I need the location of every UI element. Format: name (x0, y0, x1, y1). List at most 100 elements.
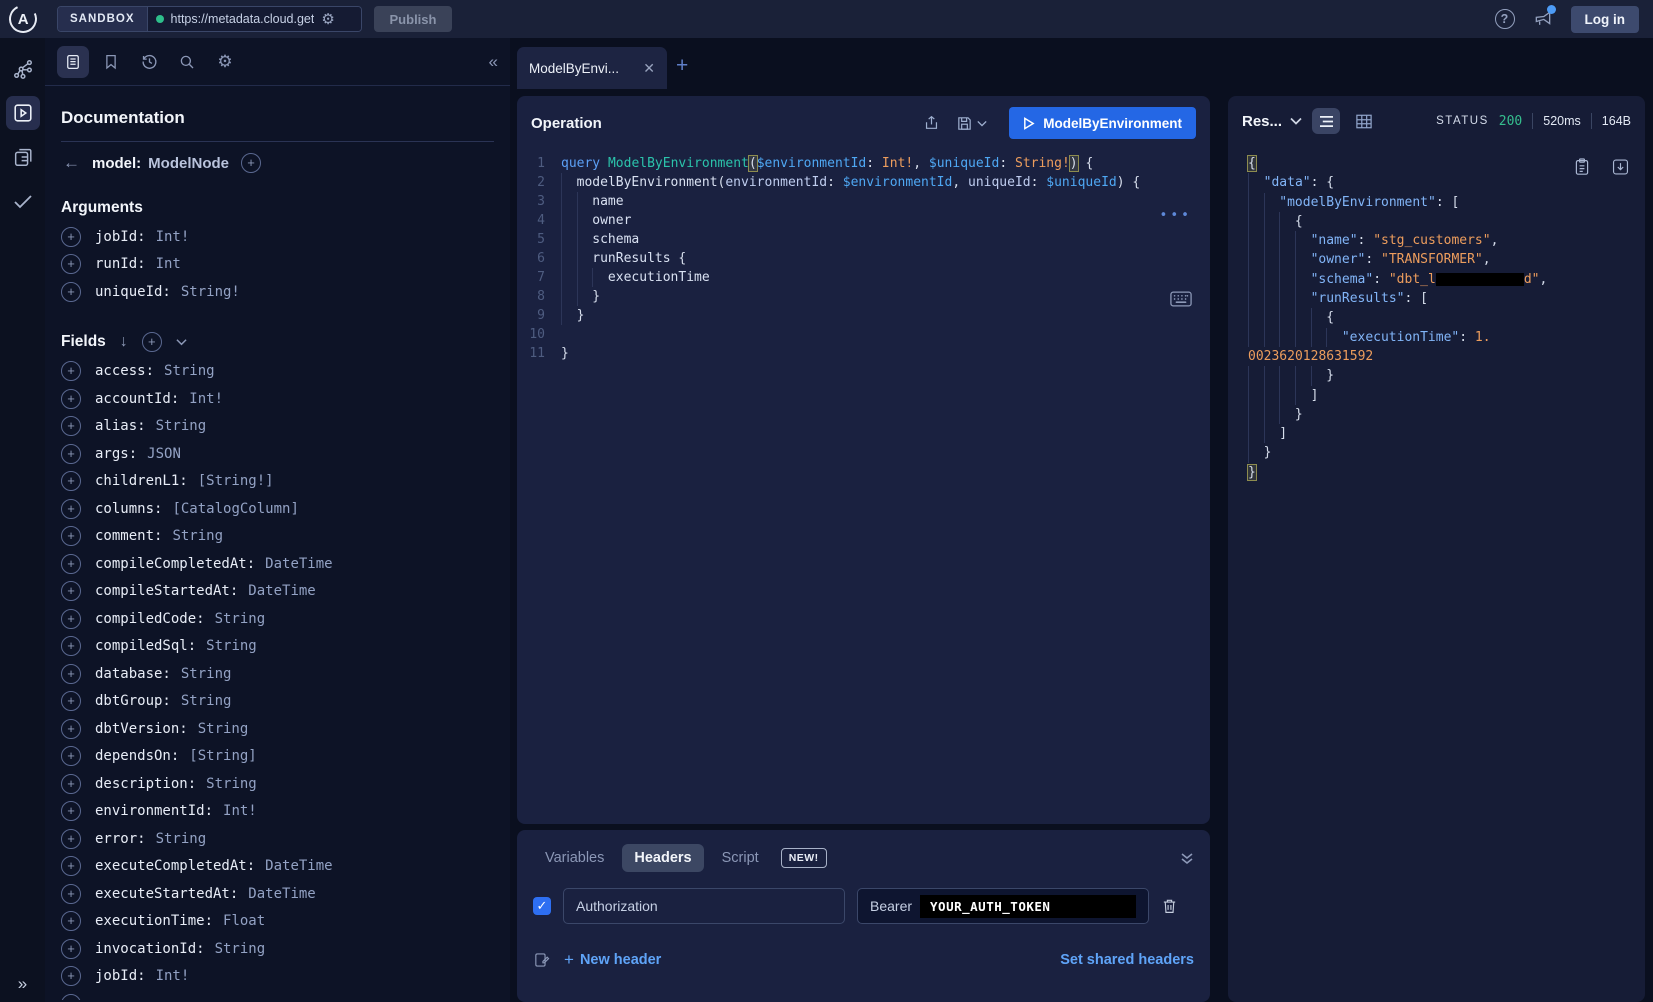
close-tab-icon[interactable]: ✕ (643, 60, 655, 77)
json-view-icon[interactable] (1312, 108, 1340, 134)
tab-script[interactable]: Script (710, 844, 771, 872)
field-name[interactable]: executeStartedAt: (95, 886, 238, 902)
add-field-icon[interactable]: + (61, 719, 81, 739)
field-name[interactable]: description: (95, 776, 196, 792)
saved-operations-icon[interactable] (95, 46, 127, 78)
add-field-icon[interactable]: + (61, 691, 81, 711)
tab-headers[interactable]: Headers (622, 844, 703, 872)
add-field-icon[interactable]: + (61, 416, 81, 436)
field-name[interactable]: access: (95, 363, 154, 379)
new-header-button[interactable]: + New header (564, 950, 661, 970)
field-type[interactable]: DateTime (248, 583, 315, 599)
edit-document-icon[interactable] (533, 951, 550, 969)
field-name[interactable]: accountId: (95, 391, 179, 407)
endpoint-settings-icon[interactable]: ⚙ (321, 10, 334, 28)
add-field-icon[interactable]: + (61, 856, 81, 876)
add-field-icon[interactable]: + (61, 361, 81, 381)
checks-icon[interactable] (6, 184, 40, 218)
field-type[interactable]: [String!] (198, 473, 274, 489)
add-field-icon[interactable]: + (61, 939, 81, 959)
field-name[interactable]: database: (95, 666, 171, 682)
field-item[interactable]: + access: String (61, 358, 494, 386)
field-item[interactable]: +compileStartedAt:DateTime (61, 578, 494, 606)
field-type[interactable]: Float (223, 913, 265, 929)
settings-icon[interactable]: ⚙ (209, 46, 241, 78)
add-field-icon[interactable]: + (61, 636, 81, 656)
field-name[interactable]: executeCompletedAt: (95, 858, 255, 874)
field-name[interactable]: uniqueId: (95, 284, 171, 300)
field-type[interactable]: String (172, 528, 223, 544)
add-field-icon[interactable]: + (61, 746, 81, 766)
add-field-icon[interactable]: + (61, 499, 81, 519)
field-type[interactable]: String (198, 721, 249, 737)
search-icon[interactable] (171, 46, 203, 78)
field-type[interactable]: String (215, 941, 266, 957)
endpoint-url-field[interactable]: https://metadata.cloud.get ⚙ (148, 7, 361, 31)
add-field-icon[interactable]: + (61, 609, 81, 629)
response-json[interactable]: {"data": {"modelByEnvironment": [{"name"… (1228, 146, 1645, 482)
tab-variables[interactable]: Variables (533, 844, 616, 872)
add-field-icon[interactable]: + (61, 911, 81, 931)
add-field-icon[interactable]: + (61, 282, 81, 302)
field-item[interactable]: + executionTime: Float (61, 908, 494, 936)
field-item[interactable]: +uniqueId:String! (61, 278, 494, 306)
field-name[interactable]: executionTime: (95, 913, 213, 929)
apollo-logo[interactable]: A (5, 1, 41, 37)
field-type[interactable]: [String] (189, 748, 256, 764)
field-item[interactable]: + executeCompletedAt: DateTime (61, 853, 494, 881)
add-field-icon[interactable]: + (61, 801, 81, 821)
back-icon[interactable]: ← (63, 153, 80, 173)
field-item[interactable]: +invocationId:String (61, 935, 494, 963)
field-item[interactable]: + dbtVersion: String (61, 715, 494, 743)
field-name[interactable]: jobId: (95, 968, 146, 984)
collections-icon[interactable] (6, 140, 40, 174)
field-type[interactable]: DateTime (265, 858, 332, 874)
field-type[interactable]: String (164, 363, 215, 379)
field-name[interactable]: dbtGroup: (95, 693, 171, 709)
field-type[interactable]: String (206, 776, 257, 792)
add-field-icon[interactable]: + (61, 444, 81, 464)
field-item[interactable]: +compiledCode:String (61, 605, 494, 633)
add-field-icon[interactable]: + (61, 829, 81, 849)
run-operation-button[interactable]: ModelByEnvironment (1009, 107, 1196, 139)
add-model-icon[interactable]: + (241, 153, 261, 173)
save-operation-button[interactable] (956, 115, 987, 132)
field-type[interactable]: [CatalogColumn] (172, 501, 298, 517)
field-item[interactable]: + comment: String (61, 523, 494, 551)
new-tab-button[interactable]: + (676, 54, 688, 78)
field-item[interactable]: + dependsOn: [String] (61, 743, 494, 771)
add-field-icon[interactable]: + (61, 994, 81, 1000)
sort-fields-icon[interactable]: ↓ (120, 333, 128, 351)
field-type[interactable]: Int! (156, 229, 190, 245)
add-field-icon[interactable]: + (61, 526, 81, 546)
table-view-icon[interactable] (1350, 108, 1378, 134)
field-name[interactable]: runId: (95, 256, 146, 272)
add-field-icon[interactable]: + (61, 554, 81, 574)
field-name[interactable]: jobId: (95, 229, 146, 245)
operation-tab[interactable]: ModelByEnvi... ✕ (517, 47, 667, 89)
model-type[interactable]: ModelNode (148, 155, 229, 172)
field-name[interactable]: dbtVersion: (95, 721, 188, 737)
field-name[interactable]: compileCompletedAt: (95, 556, 255, 572)
field-name[interactable]: compileStartedAt: (95, 583, 238, 599)
field-name[interactable]: dependsOn: (95, 748, 179, 764)
add-field-icon[interactable]: + (61, 884, 81, 904)
field-type[interactable]: Int! (223, 803, 257, 819)
download-response-icon[interactable] (1612, 158, 1629, 176)
field-item[interactable]: +jobId:Int! (61, 963, 494, 991)
field-type[interactable]: String (156, 831, 207, 847)
schema-graph-icon[interactable] (6, 52, 40, 86)
field-item[interactable]: +columns:[CatalogColumn] (61, 495, 494, 523)
field-type[interactable]: String (206, 638, 257, 654)
help-icon[interactable]: ? (1495, 9, 1515, 29)
add-field-icon[interactable]: + (61, 254, 81, 274)
field-item[interactable]: +alias:String (61, 413, 494, 441)
endpoint-url[interactable]: https://metadata.cloud.get (171, 12, 315, 26)
add-field-icon[interactable]: + (61, 389, 81, 409)
field-type[interactable]: String (215, 611, 266, 627)
add-field-icon[interactable]: + (61, 471, 81, 491)
field-item[interactable]: + (61, 990, 494, 1000)
announcements-icon[interactable] (1533, 9, 1553, 29)
field-name[interactable]: comment: (95, 528, 162, 544)
collapse-docs-icon[interactable]: « (489, 52, 498, 72)
